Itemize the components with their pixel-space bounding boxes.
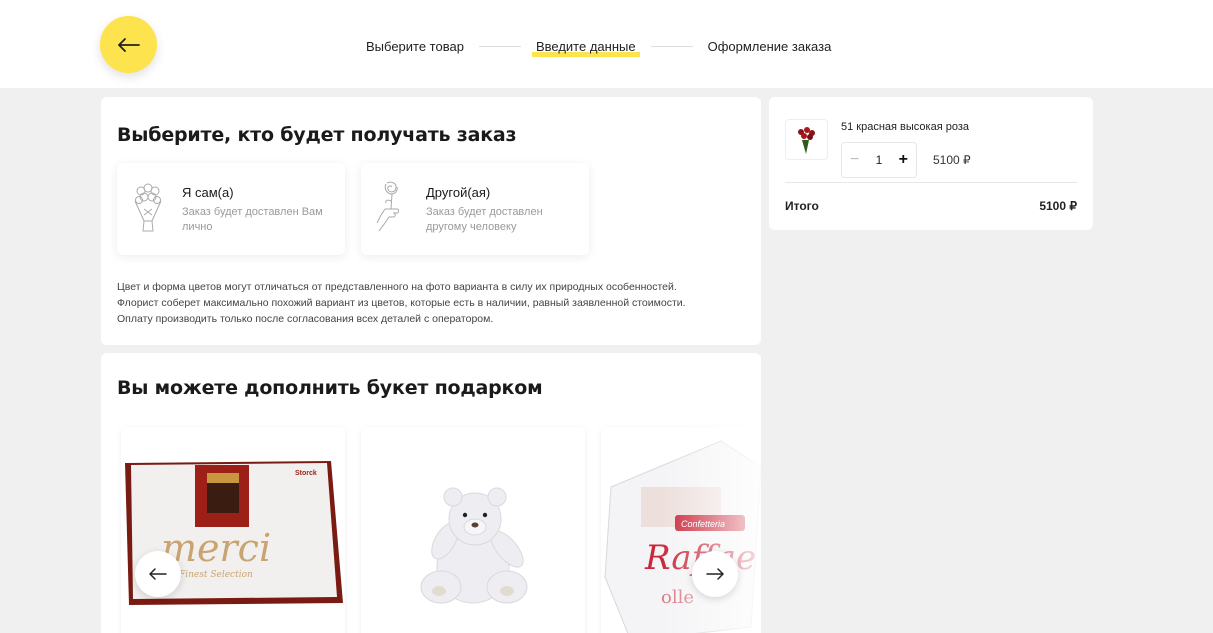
- carousel-next-button[interactable]: [692, 551, 738, 597]
- step-choose-product[interactable]: Выберите товар: [366, 39, 464, 54]
- carousel-prev-button[interactable]: [135, 551, 181, 597]
- total-value: 5100 ₽: [1039, 199, 1077, 213]
- back-button[interactable]: [100, 16, 157, 73]
- recipient-card: Выберите, кто будет получать заказ Я сам…: [101, 97, 761, 345]
- arrow-right-icon: [706, 568, 724, 580]
- option-other-desc: Заказ будет доставлен другому человеку: [426, 206, 543, 233]
- svg-text:olle: olle: [661, 587, 694, 608]
- option-other-title: Другой(ая): [426, 185, 491, 200]
- quantity-value: 1: [875, 153, 883, 167]
- summary-divider: [785, 182, 1077, 183]
- product-thumbnail[interactable]: [785, 119, 828, 160]
- recipient-title: Выберите, кто будет получать заказ: [117, 124, 517, 146]
- step-divider: [650, 45, 693, 47]
- chocolate-box-image: merci Finest Selection Storck: [125, 461, 343, 605]
- order-summary: 51 красная высокая роза − 1 + 5100 ₽ Ито…: [769, 97, 1093, 230]
- step-enter-data[interactable]: Введите данные: [531, 39, 640, 57]
- svg-text:Confetteria: Confetteria: [681, 519, 725, 529]
- increase-button[interactable]: +: [899, 151, 908, 169]
- svg-text:Storck: Storck: [295, 470, 317, 477]
- gifts-title: Вы можете дополнить букет подарком: [117, 377, 543, 399]
- step-divider: [478, 45, 521, 47]
- gifts-card: Вы можете дополнить букет подарком merci…: [101, 353, 761, 633]
- gift-item-merci[interactable]: merci Finest Selection Storck: [121, 427, 345, 633]
- bouquet-icon: [134, 183, 162, 232]
- product-name[interactable]: 51 красная высокая роза: [841, 121, 969, 133]
- option-self-title: Я сам(а): [182, 185, 234, 200]
- rose-bouquet-image: [798, 127, 815, 154]
- gift-item-raffaello[interactable]: Confetteria Raffae olle: [601, 427, 761, 633]
- step-checkout[interactable]: Оформление заказа: [708, 39, 832, 54]
- raffaello-box-image: Confetteria Raffae olle: [604, 440, 761, 633]
- florist-note: Цвет и форма цветов могут отличаться от …: [117, 279, 757, 327]
- arrow-left-icon: [117, 37, 140, 52]
- total-label: Итого: [785, 199, 819, 213]
- option-self-desc: Заказ будет доставлен Вам лично: [182, 206, 323, 233]
- hand-rose-icon: [376, 181, 399, 232]
- quantity-stepper: − 1 +: [841, 142, 917, 178]
- note-line: Оплату производить только после согласов…: [117, 313, 494, 325]
- note-line: Флорист соберет максимально похожий вари…: [117, 297, 686, 309]
- recipient-option-self[interactable]: Я сам(а) Заказ будет доставлен Вам лично: [117, 163, 345, 255]
- product-price: 5100 ₽: [933, 153, 971, 167]
- arrow-left-icon: [149, 568, 167, 580]
- decrease-button[interactable]: −: [850, 151, 859, 169]
- gift-item-teddy-bear[interactable]: [361, 427, 585, 633]
- checkout-steps: Выберите товар Введите данные Оформление…: [366, 36, 832, 57]
- teddy-bear-image: [420, 487, 528, 604]
- note-line: Цвет и форма цветов могут отличаться от …: [117, 281, 677, 293]
- svg-text:Finest Selection: Finest Selection: [178, 570, 253, 580]
- top-bar: Выберите товар Введите данные Оформление…: [0, 0, 1213, 88]
- recipient-option-other[interactable]: Другой(ая) Заказ будет доставлен другому…: [361, 163, 589, 255]
